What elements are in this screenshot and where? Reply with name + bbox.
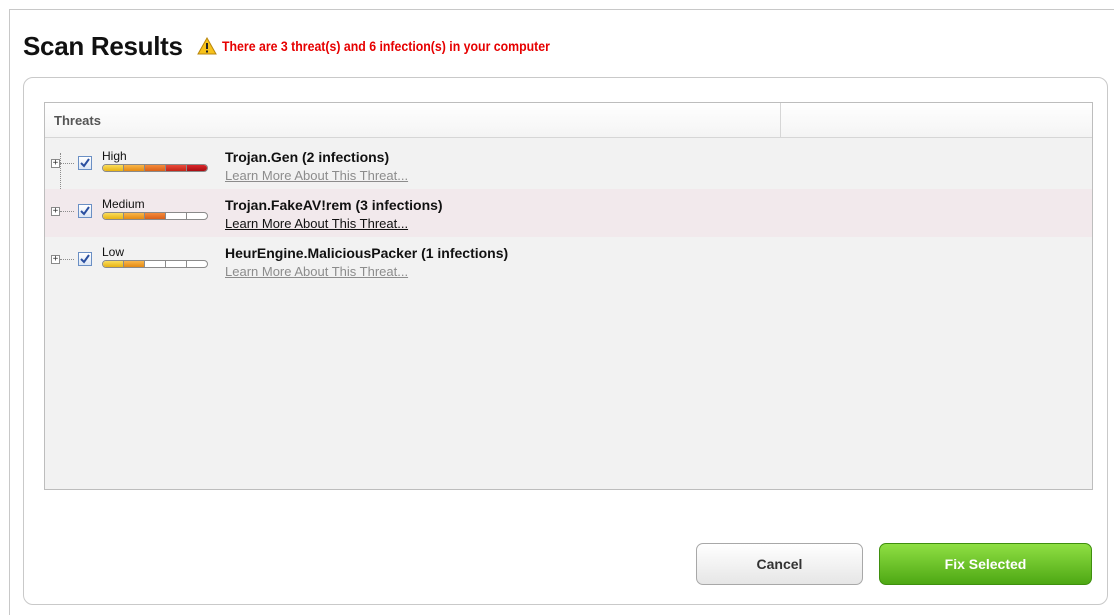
threat-name: Trojan.Gen (2 infections) bbox=[225, 149, 390, 165]
table-row[interactable]: + High Trojan.Gen (2 infections) Learn M… bbox=[45, 141, 1092, 189]
row-checkbox[interactable] bbox=[78, 204, 92, 218]
warning-triangle-icon bbox=[196, 36, 217, 55]
expand-icon[interactable]: + bbox=[51, 207, 60, 216]
threats-table: Threats + High Trojan.Gen (2 infections)… bbox=[44, 102, 1093, 490]
severity-bar bbox=[102, 260, 208, 268]
page-title: Scan Results bbox=[23, 30, 183, 61]
cancel-button[interactable]: Cancel bbox=[696, 543, 863, 585]
row-checkbox[interactable] bbox=[78, 252, 92, 266]
severity-bar bbox=[102, 212, 208, 220]
warning-message: There are 3 threat(s) and 6 infection(s)… bbox=[221, 38, 550, 54]
scan-results-header: Scan Results There are 3 threat(s) and 6… bbox=[23, 29, 594, 63]
row-checkbox[interactable] bbox=[78, 156, 92, 170]
expand-icon[interactable]: + bbox=[51, 255, 60, 264]
severity-label: Low bbox=[102, 245, 125, 259]
threat-name: Trojan.FakeAV!rem (3 infections) bbox=[225, 197, 443, 213]
table-row[interactable]: + Low HeurEngine.MaliciousPacker (1 infe… bbox=[45, 237, 1092, 285]
learn-more-link[interactable]: Learn More About This Threat... bbox=[225, 216, 408, 231]
learn-more-link[interactable]: Learn More About This Threat... bbox=[225, 168, 408, 183]
table-header: Threats bbox=[45, 103, 1092, 138]
fix-selected-button[interactable]: Fix Selected bbox=[879, 543, 1092, 585]
table-row[interactable]: + Medium Trojan.FakeAV!rem (3 infections… bbox=[45, 189, 1092, 237]
severity-label: Medium bbox=[102, 197, 145, 211]
column-header-threats: Threats bbox=[54, 113, 101, 128]
learn-more-link[interactable]: Learn More About This Threat... bbox=[225, 264, 408, 279]
column-divider[interactable] bbox=[780, 103, 781, 137]
expand-icon[interactable]: + bbox=[51, 159, 60, 168]
severity-bar bbox=[102, 164, 208, 172]
threat-name: HeurEngine.MaliciousPacker (1 infections… bbox=[225, 245, 509, 261]
severity-label: High bbox=[102, 149, 127, 163]
